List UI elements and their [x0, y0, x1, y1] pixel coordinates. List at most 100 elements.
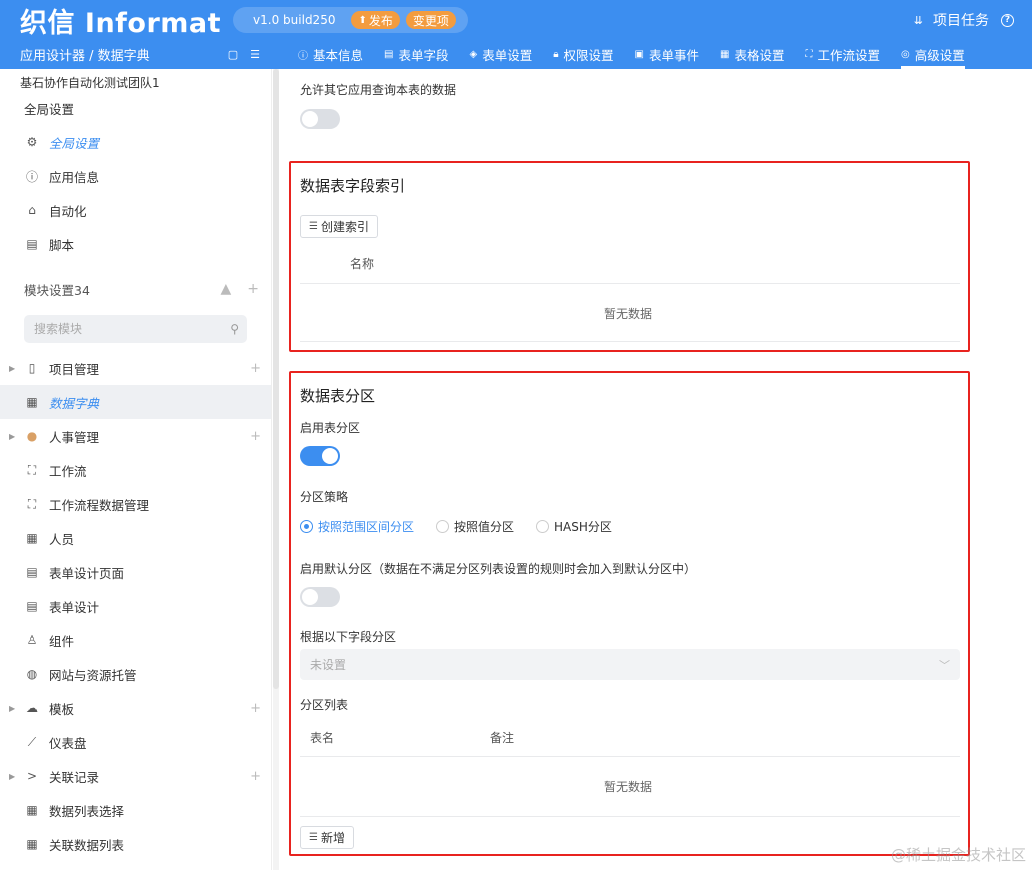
add-module-icon[interactable]: + — [247, 281, 259, 297]
tab-advanced-settings[interactable]: ◎ 高级设置 — [901, 40, 965, 69]
sidebar-item-components[interactable]: ♙ 组件 — [0, 623, 271, 657]
sidebar-item-related-data-list[interactable]: ▦ 关联数据列表 — [0, 827, 271, 861]
sidebar-item-label: 项目管理 — [49, 361, 100, 377]
sidebar-item-workflow-data[interactable]: ⛶ 工作流程数据管理 — [0, 487, 271, 521]
sidebar-item-project-management[interactable]: ▶ ▯ 项目管理 + — [0, 351, 271, 385]
sidebar-item-dashboard[interactable]: ⟋ 仪表盘 — [0, 725, 271, 759]
partition-section-title: 数据表分区 — [300, 387, 376, 405]
caret-right-icon[interactable]: ▶ — [9, 772, 15, 781]
tab-form-events[interactable]: ▣ 表单事件 — [635, 40, 699, 69]
sidebar-item-form-design[interactable]: ▤ 表单设计 — [0, 589, 271, 623]
list-add-icon: ☰ — [309, 832, 318, 843]
sidebar-item-label: 数据字典 — [49, 395, 100, 411]
sidebar-item-label: 脚本 — [49, 237, 75, 253]
toggle-knob — [302, 589, 318, 605]
sidebar-item-global-settings[interactable]: ⚙ 全局设置 — [0, 125, 271, 159]
sidebar-item-data-dictionary[interactable]: ▦ 数据字典 — [0, 385, 271, 419]
partition-list-label: 分区列表 — [300, 698, 349, 712]
caret-right-icon[interactable]: ▶ — [9, 364, 15, 373]
sort-icon[interactable]: ⇊ — [914, 14, 923, 27]
enable-partition-label: 启用表分区 — [300, 421, 361, 435]
project-tasks-button[interactable]: 项目任务 — [933, 10, 989, 30]
sidebar-item-data-list-select[interactable]: ▦ 数据列表选择 — [0, 793, 271, 827]
partition-empty-text: 暂无数据 — [604, 780, 653, 794]
sidebar-item-label: 数据列表选择 — [49, 803, 125, 819]
app-logo[interactable]: 织信 Informat — [20, 1, 221, 40]
radio-dot — [300, 520, 313, 533]
default-partition-toggle[interactable] — [300, 587, 340, 607]
caret-right-icon[interactable]: ▶ — [9, 704, 15, 713]
sort-modules-icon[interactable]: ▲ — [220, 281, 231, 297]
sidebar-item-label: 人员 — [49, 531, 75, 547]
add-icon[interactable]: + — [250, 361, 261, 376]
changes-button[interactable]: 变更项 — [405, 11, 456, 29]
database-icon: ◎ — [901, 49, 910, 60]
collapse-icon[interactable]: ☰ — [250, 48, 260, 61]
add-icon[interactable]: + — [250, 701, 261, 716]
tab-form-settings[interactable]: ◈ 表单设置 — [469, 40, 532, 69]
sidebar-item-automation[interactable]: ⌂ 自动化 — [0, 193, 271, 227]
info-icon: ⓘ — [25, 169, 38, 184]
search-icon[interactable]: ⚲ — [230, 322, 239, 336]
sidebar-item-website-hosting[interactable]: ◍ 网站与资源托管 — [0, 657, 271, 691]
top-right: ⇊ 项目任务 ? — [914, 10, 1014, 30]
tab-workflow-settings[interactable]: ⛶ 工作流设置 — [805, 40, 880, 69]
sidebar-item-label: 自动化 — [49, 203, 87, 219]
sidebar-scrollbar[interactable] — [273, 69, 279, 870]
sidebar-item-templates[interactable]: ▶ ☁ 模板 + — [0, 691, 271, 725]
top-bar: 织信 Informat v1.0 build250 ⬆ 发布 变更项 ⇊ 项目任务… — [0, 0, 1032, 40]
add-partition-button[interactable]: ☰ 新增 — [300, 826, 354, 849]
radio-label: 按照值分区 — [454, 520, 515, 534]
radio-value-partition[interactable]: 按照值分区 — [436, 518, 514, 535]
scrollbar-thumb[interactable] — [273, 69, 279, 689]
globe-icon: ◍ — [26, 667, 38, 681]
radio-range-partition[interactable]: 按照范围区间分区 — [300, 518, 414, 535]
create-index-button[interactable]: ☰ 创建索引 — [300, 215, 378, 238]
button-label: 创建索引 — [320, 220, 369, 234]
sidebar-item-app-info[interactable]: ⓘ 应用信息 — [0, 159, 271, 193]
sidebar-item-staff[interactable]: ▦ 人员 — [0, 521, 271, 555]
tab-basic-info[interactable]: ⓘ 基本信息 — [298, 40, 363, 69]
link-icon: > — [26, 769, 38, 783]
sidebar-item-script[interactable]: ▤ 脚本 — [0, 227, 271, 261]
radio-hash-partition[interactable]: HASH分区 — [536, 518, 612, 535]
tab-form-fields[interactable]: ▤ 表单字段 — [384, 40, 448, 69]
tab-label: 工作流设置 — [817, 48, 880, 63]
sidebar-item-workflow[interactable]: ⛶ 工作流 — [0, 453, 271, 487]
breadcrumb: 应用设计器 / 数据字典 ▢ ☰ — [0, 45, 272, 64]
divider — [300, 756, 960, 757]
publish-button[interactable]: ⬆ 发布 — [351, 11, 400, 29]
watermark: @稀土掘金技术社区 — [890, 846, 1026, 864]
tab-bar: ⓘ 基本信息 ▤ 表单字段 ◈ 表单设置 🔒︎ 权限设置 ▣ 表单事件 ▦ 表格设置 ⛶ 工作… — [298, 40, 986, 69]
sidebar-item-label: 应用信息 — [49, 169, 100, 185]
sidebar-item-form-design-page[interactable]: ▤ 表单设计页面 — [0, 555, 271, 589]
tab-permissions[interactable]: 🔒︎ 权限设置 — [553, 40, 613, 69]
add-icon[interactable]: + — [250, 429, 261, 444]
default-partition-label: 启用默认分区（数据在不满足分区列表设置的规则时会加入到默认分区中） — [300, 562, 697, 576]
tab-label: 表单事件 — [649, 48, 700, 63]
module-search-input[interactable] — [34, 322, 231, 336]
allow-query-label: 允许其它应用查询本表的数据 — [300, 83, 457, 97]
allow-query-toggle[interactable] — [300, 109, 340, 129]
cloud-icon: ☁ — [26, 701, 38, 715]
doc-icon: ▤ — [26, 565, 38, 579]
tab-table-settings[interactable]: ▦ 表格设置 — [720, 40, 784, 69]
lock-icon: 🔒︎ — [553, 49, 559, 60]
table-icon: ▦ — [26, 837, 38, 851]
list-add-icon: ☰ — [309, 221, 318, 232]
partition-field-select[interactable]: 未设置 ﹀ — [300, 649, 960, 680]
note-icon[interactable]: ▢ — [228, 48, 238, 61]
add-icon[interactable]: + — [250, 769, 261, 784]
sidebar-item-label: 关联数据列表 — [49, 837, 125, 853]
enable-partition-toggle[interactable] — [300, 446, 340, 466]
table-icon: ▦ — [26, 395, 38, 409]
sidebar-item-related-records[interactable]: ▶ > 关联记录 + — [0, 759, 271, 793]
tab-label: 基本信息 — [313, 48, 364, 63]
table-icon: ▦ — [26, 531, 38, 545]
main-content: 允许其它应用查询本表的数据 数据表字段索引 ☰ 创建索引 名称 暂无数据 数据表分… — [280, 69, 1032, 870]
caret-right-icon[interactable]: ▶ — [9, 432, 15, 441]
help-icon[interactable]: ? — [1001, 13, 1014, 27]
sidebar: 基石协作自动化测试团队1 全局设置 ⚙ 全局设置 ⓘ 应用信息 ⌂ 自动化 ▤ 脚本 模… — [0, 69, 272, 870]
module-search: ⚲ — [24, 315, 247, 343]
sidebar-item-hr-management[interactable]: ▶ ● 人事管理 + — [0, 419, 271, 453]
